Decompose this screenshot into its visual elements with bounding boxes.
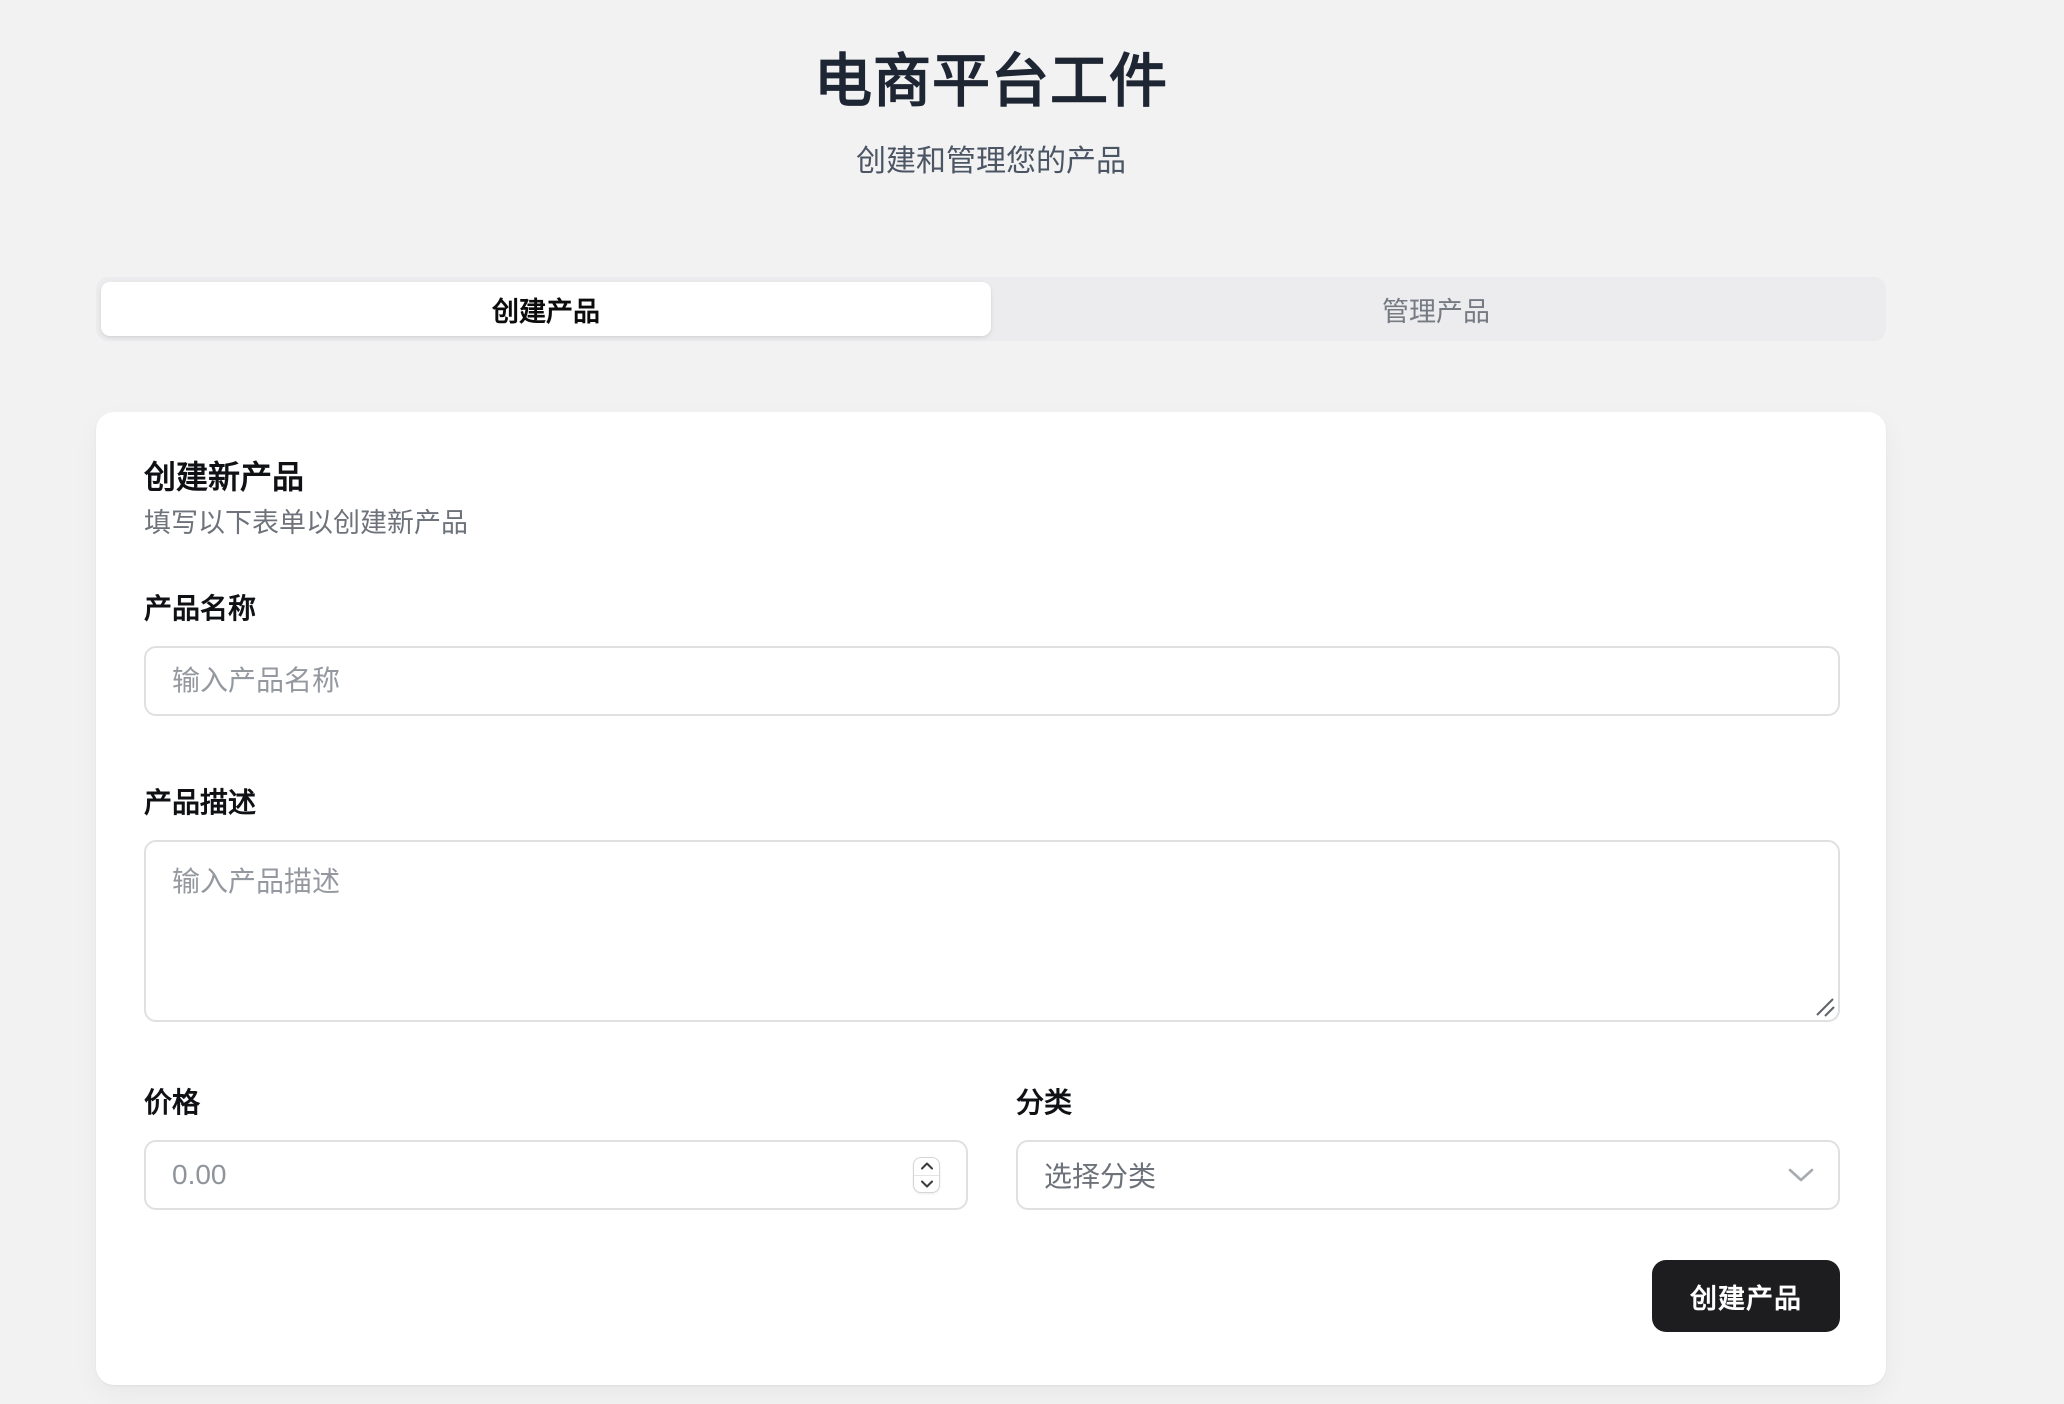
page-shell: 电商平台工件 创建和管理您的产品 创建产品 管理产品 创建新产品 填写以下表单以… [96, 0, 1886, 1385]
product-name-input[interactable] [144, 646, 1840, 716]
price-label: 价格 [144, 1086, 968, 1120]
card-title: 创建新产品 [144, 456, 1840, 498]
product-name-label: 产品名称 [144, 592, 1840, 626]
price-stepper[interactable] [913, 1157, 940, 1193]
price-input-box [144, 1140, 968, 1210]
product-description-field: 产品描述 [144, 786, 1840, 1022]
chevron-down-icon [1788, 1167, 1814, 1183]
price-input[interactable] [144, 1140, 968, 1210]
page-title: 电商平台工件 [96, 46, 1886, 118]
product-description-textarea[interactable] [144, 840, 1840, 1022]
chevron-down-icon [921, 1180, 933, 1188]
card-description: 填写以下表单以创建新产品 [144, 506, 1840, 540]
stepper-increment-button[interactable] [914, 1158, 939, 1175]
product-description-textarea-wrap [144, 840, 1840, 1022]
tab-create-product[interactable]: 创建产品 [101, 282, 991, 336]
card-actions: 创建产品 [144, 1260, 1840, 1332]
category-label: 分类 [1016, 1086, 1840, 1120]
product-name-field: 产品名称 [144, 592, 1840, 716]
category-select-value: 选择分类 [1044, 1155, 1156, 1195]
create-product-card: 创建新产品 填写以下表单以创建新产品 产品名称 产品描述 价格 [96, 412, 1886, 1385]
create-product-button[interactable]: 创建产品 [1652, 1260, 1840, 1332]
product-description-label: 产品描述 [144, 786, 1840, 820]
chevron-up-icon [921, 1162, 933, 1170]
price-field: 价格 [144, 1086, 968, 1210]
tab-bar: 创建产品 管理产品 [96, 277, 1886, 341]
price-category-row: 价格 [144, 1086, 1840, 1210]
stepper-decrement-button[interactable] [914, 1176, 939, 1193]
page-subtitle: 创建和管理您的产品 [96, 144, 1886, 180]
category-field: 分类 选择分类 [1016, 1086, 1840, 1210]
page-header: 电商平台工件 创建和管理您的产品 [96, 0, 1886, 180]
category-select[interactable]: 选择分类 [1016, 1140, 1840, 1210]
tab-manage-product[interactable]: 管理产品 [991, 282, 1881, 336]
